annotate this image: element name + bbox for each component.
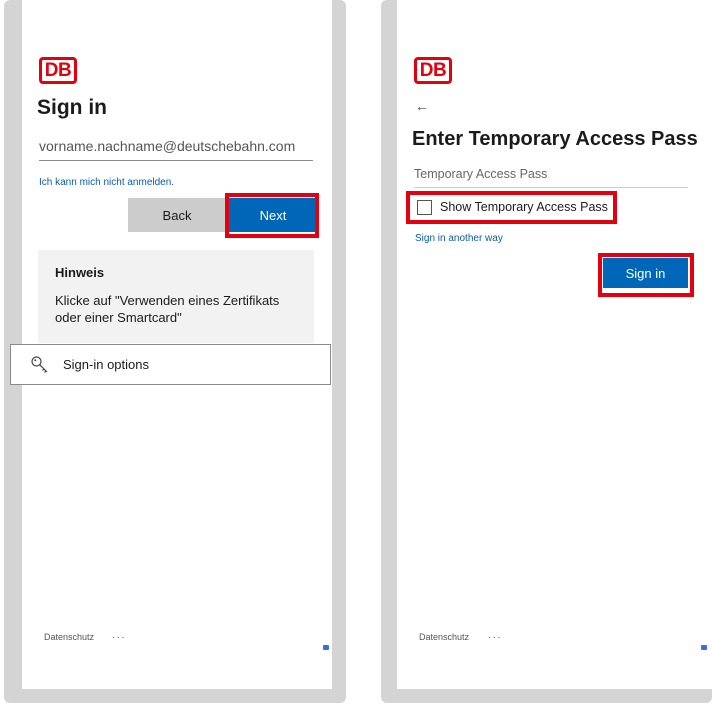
right-tap-panel: DB ← Enter Temporary Access Pass Tempora… bbox=[397, 0, 712, 689]
show-tap-highlight bbox=[406, 191, 617, 224]
more-options-button[interactable]: ... bbox=[488, 630, 502, 641]
back-button[interactable]: Back bbox=[128, 198, 226, 232]
sign-in-another-way-link[interactable]: Sign in another way bbox=[415, 233, 503, 244]
hint-text: Klicke auf "Verwenden eines Zertifikats … bbox=[55, 293, 280, 325]
temporary-access-pass-input[interactable]: Temporary Access Pass bbox=[414, 167, 688, 188]
page-title: Sign in bbox=[37, 96, 107, 119]
email-field[interactable]: vorname.nachname@deutschebahn.com bbox=[39, 138, 313, 161]
db-logo: DB bbox=[39, 57, 77, 84]
next-button-highlight bbox=[225, 193, 319, 238]
privacy-link[interactable]: Datenschutz bbox=[419, 632, 469, 642]
db-logo: DB bbox=[414, 57, 452, 84]
back-arrow-icon[interactable]: ← bbox=[415, 98, 429, 114]
sign-in-options-button[interactable]: Sign-in options bbox=[10, 344, 331, 385]
left-sign-in-panel: DB Sign in vorname.nachname@deutschebahn… bbox=[10, 0, 332, 689]
briefcase-icon bbox=[701, 645, 707, 650]
briefcase-icon bbox=[323, 645, 329, 650]
cant-sign-in-link[interactable]: Ich kann mich nicht anmelden. bbox=[39, 177, 174, 188]
sign-in-options-label: Sign-in options bbox=[63, 357, 149, 372]
key-icon bbox=[31, 356, 48, 373]
page-title: Enter Temporary Access Pass bbox=[412, 128, 698, 150]
privacy-link[interactable]: Datenschutz bbox=[44, 632, 94, 642]
more-options-button[interactable]: ... bbox=[112, 630, 126, 641]
sign-in-button-highlight bbox=[598, 253, 694, 297]
hint-title: Hinweis bbox=[55, 265, 105, 280]
